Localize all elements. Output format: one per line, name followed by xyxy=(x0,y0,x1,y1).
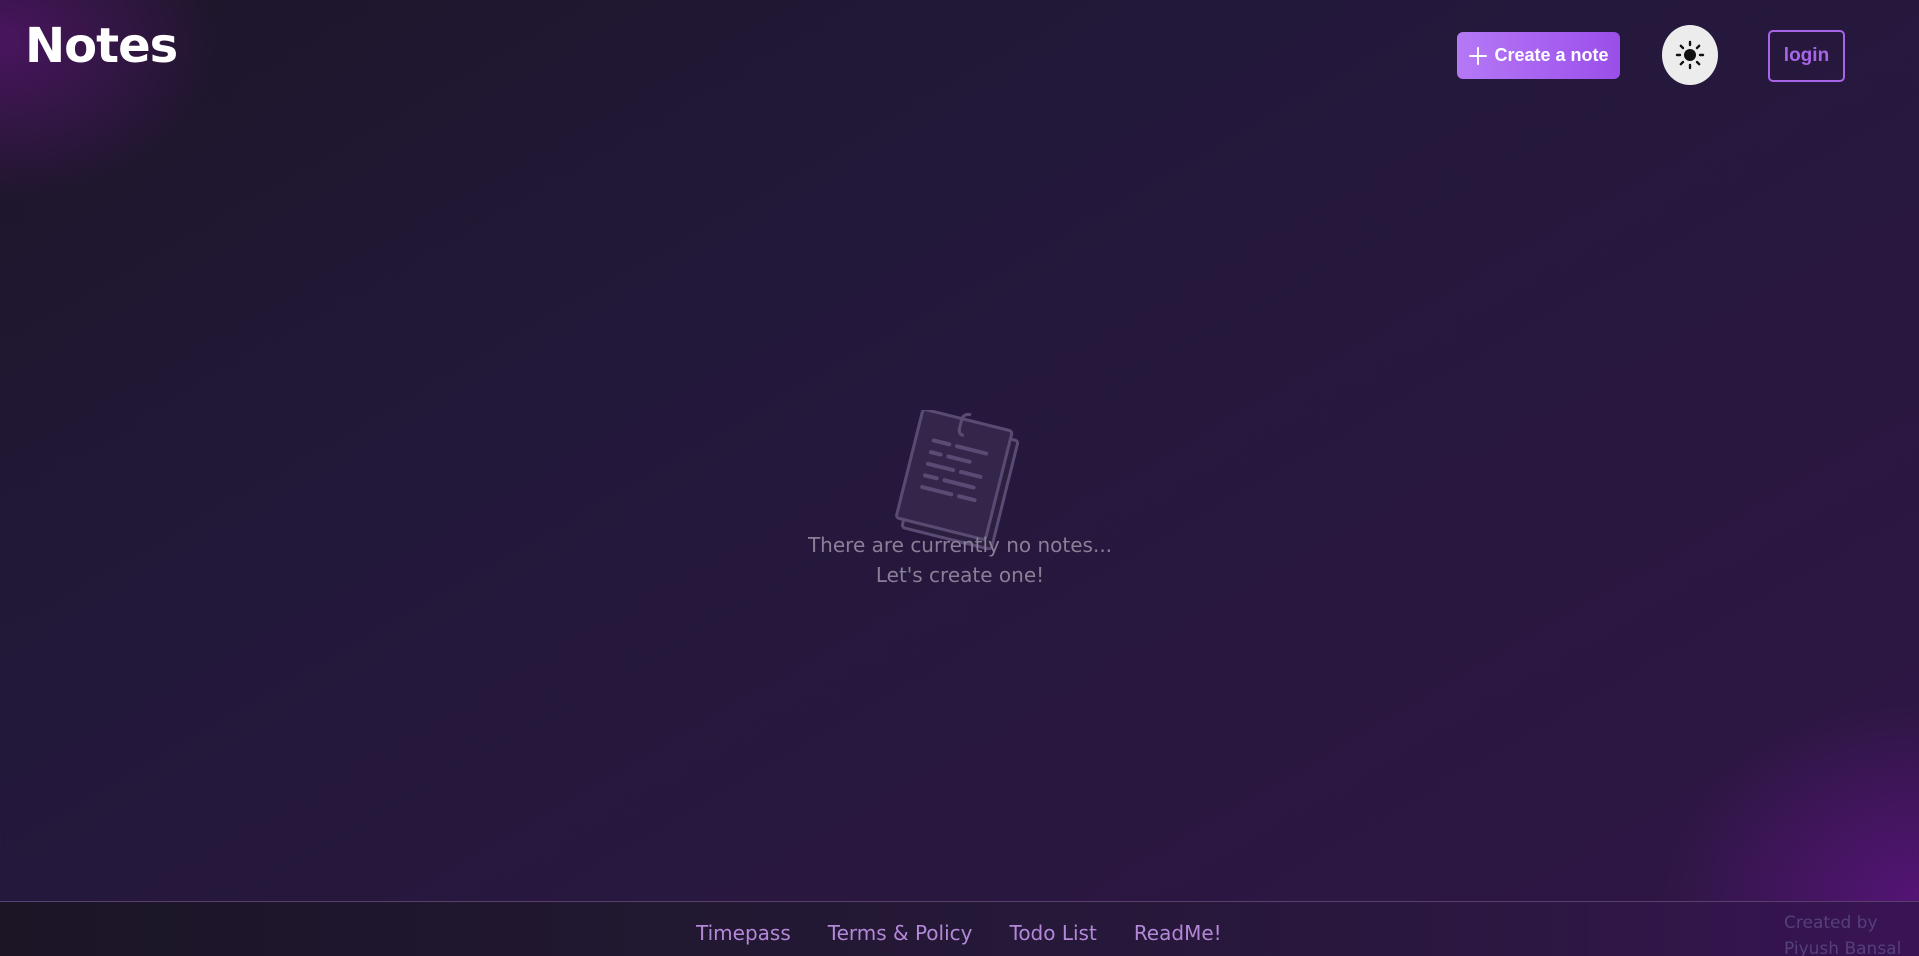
plus-icon xyxy=(1468,46,1488,66)
theme-toggle-button[interactable] xyxy=(1662,25,1718,85)
footer-link-readme[interactable]: ReadMe! xyxy=(1134,921,1222,945)
create-note-label: Create a note xyxy=(1494,45,1609,65)
author-credit: Created by Piyush Bansal xyxy=(1784,910,1919,956)
credit-line1: Created by xyxy=(1784,913,1878,933)
sun-icon xyxy=(1675,40,1705,70)
empty-state-message: There are currently no notes... Let's cr… xyxy=(760,530,1160,590)
footer-link-todo-list[interactable]: Todo List xyxy=(1010,921,1097,945)
app-title: Notes xyxy=(25,18,178,74)
footer-nav: Timepass Terms & Policy Todo List ReadMe… xyxy=(696,921,1222,945)
credit-line2: Piyush Bansal xyxy=(1784,939,1902,956)
footer-link-timepass[interactable]: Timepass xyxy=(696,921,791,945)
footer: Timepass Terms & Policy Todo List ReadMe… xyxy=(0,901,1919,956)
create-note-button[interactable]: Create a note xyxy=(1457,32,1620,79)
notepad-icon xyxy=(895,410,1020,550)
empty-state-line1: There are currently no notes... xyxy=(807,533,1113,557)
footer-link-terms-policy[interactable]: Terms & Policy xyxy=(828,921,973,945)
empty-state-line2: Let's create one! xyxy=(875,563,1045,587)
login-button[interactable]: login xyxy=(1768,30,1845,82)
